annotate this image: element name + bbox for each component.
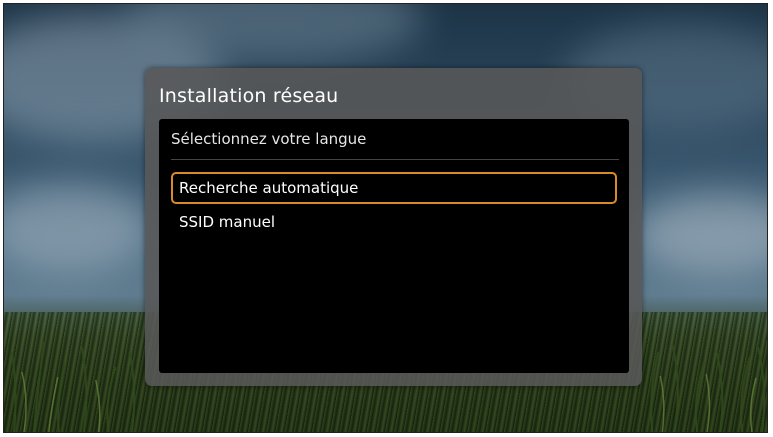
cloud [4, 184, 154, 274]
menu-item-auto-search[interactable]: Recherche automatique [171, 172, 617, 204]
options-panel: Sélectionnez votre langue Recherche auto… [159, 119, 629, 373]
header-separator [171, 159, 619, 160]
menu-item-manual-ssid[interactable]: SSID manuel [171, 207, 617, 239]
dialog-title: Installation réseau [159, 85, 339, 107]
screen-frame: Installation réseau Sélectionnez votre l… [3, 3, 768, 433]
cloud [634, 194, 767, 274]
panel-header: Sélectionnez votre langue [171, 130, 367, 148]
network-setup-dialog: Installation réseau Sélectionnez votre l… [145, 68, 642, 386]
background-wallpaper: Installation réseau Sélectionnez votre l… [4, 4, 767, 432]
